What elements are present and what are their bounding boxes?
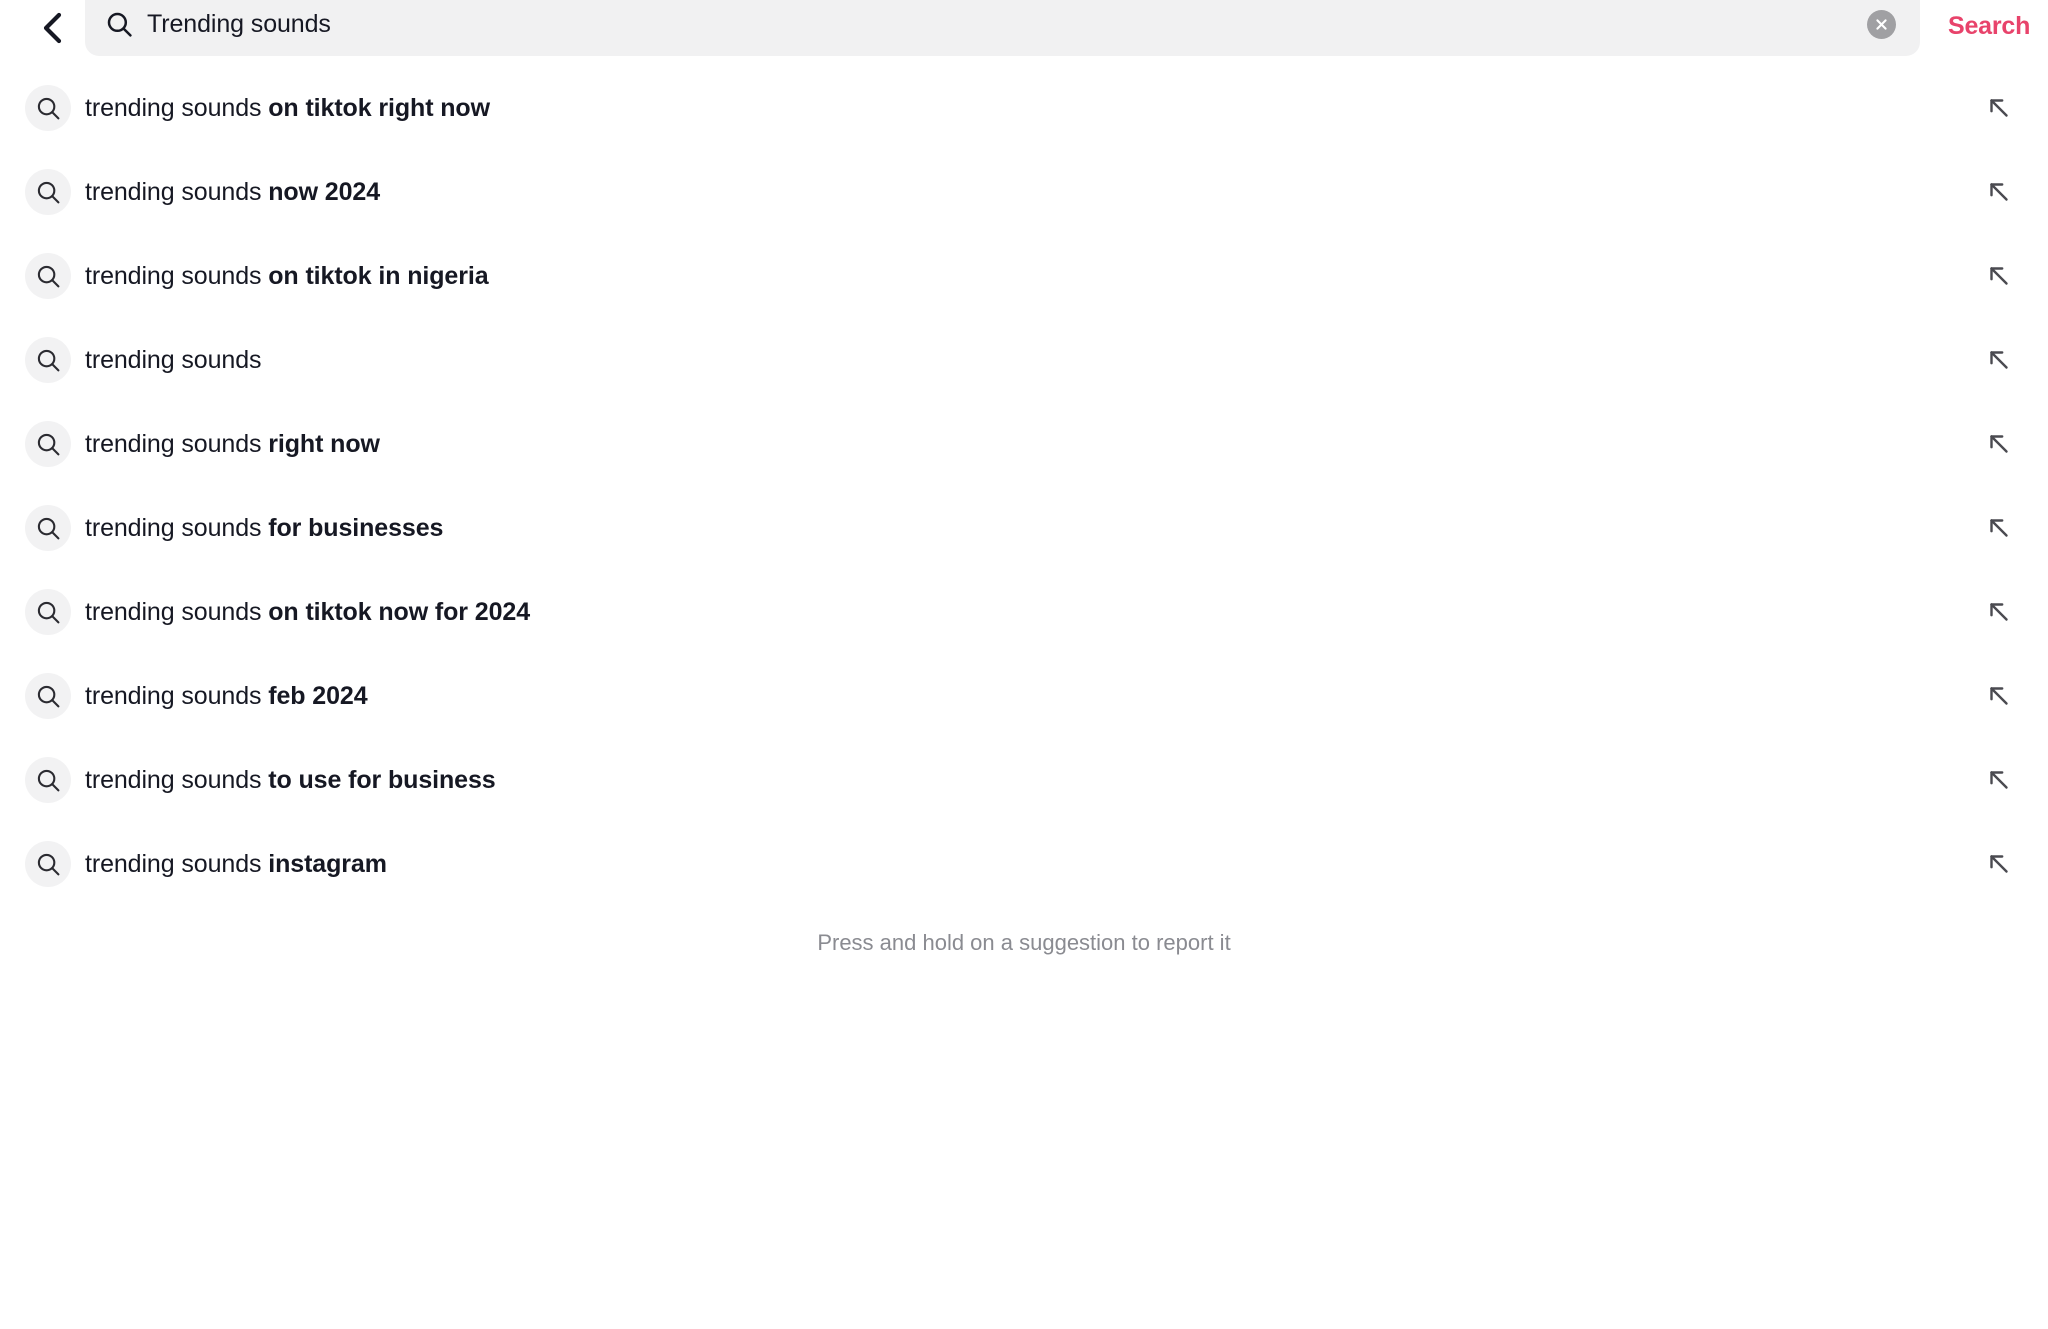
suggestion-completion-part: to use for business — [268, 766, 496, 794]
search-icon — [25, 589, 71, 635]
suggestion-row[interactable]: trending sounds on tiktok in nigeria — [0, 234, 2048, 318]
suggestion-completion-part: on tiktok in nigeria — [268, 262, 489, 290]
close-icon — [1876, 18, 1887, 30]
search-suggestions-screen: Search trending sounds on tiktok right n… — [0, 0, 2048, 1329]
suggestion-text: trending sounds feb 2024 — [85, 680, 1972, 712]
report-hint: Press and hold on a suggestion to report… — [817, 930, 1231, 955]
suggestion-completion-part: feb 2024 — [268, 682, 368, 710]
suggestion-row[interactable]: trending sounds to use for business — [0, 738, 2048, 822]
arrow-up-left-icon[interactable] — [1972, 402, 2026, 486]
suggestion-text: trending sounds right now — [85, 428, 1972, 460]
suggestion-query-part: trending sounds — [85, 598, 269, 626]
suggestion-text: trending sounds instagram — [85, 848, 1972, 880]
search-icon — [25, 169, 71, 215]
suggestion-text: trending sounds now 2024 — [85, 176, 1972, 208]
arrow-up-left-icon[interactable] — [1972, 738, 2026, 822]
arrow-up-left-icon[interactable] — [1972, 570, 2026, 654]
suggestion-query-part: trending sounds — [85, 346, 262, 374]
suggestion-query-part: trending sounds — [85, 766, 269, 794]
suggestion-row[interactable]: trending sounds right now — [0, 402, 2048, 486]
suggestion-completion-part: on tiktok now for 2024 — [268, 598, 530, 626]
search-icon — [25, 841, 71, 887]
arrow-up-left-icon[interactable] — [1972, 822, 2026, 906]
search-icon — [25, 85, 71, 131]
suggestion-completion-part: now 2024 — [268, 178, 381, 206]
arrow-up-left-icon[interactable] — [1972, 234, 2026, 318]
suggestion-query-part: trending sounds — [85, 94, 269, 122]
search-topbar: Search — [0, 0, 2048, 56]
clear-search-button[interactable] — [1867, 9, 1896, 39]
suggestion-text: trending sounds on tiktok in nigeria — [85, 260, 1972, 292]
suggestion-text: trending sounds to use for business — [85, 764, 1972, 796]
search-icon — [106, 11, 133, 38]
search-icon — [25, 253, 71, 299]
suggestion-row[interactable]: trending sounds feb 2024 — [0, 654, 2048, 738]
suggestion-row[interactable]: trending sounds now 2024 — [0, 150, 2048, 234]
suggestion-completion-part: right now — [268, 430, 380, 458]
suggestion-completion-part: instagram — [268, 850, 387, 878]
search-input[interactable] — [147, 9, 1867, 39]
arrow-up-left-icon[interactable] — [1972, 654, 2026, 738]
suggestion-text: trending sounds on tiktok right now — [85, 92, 1972, 124]
suggestion-row[interactable]: trending sounds on tiktok now for 2024 — [0, 570, 2048, 654]
suggestion-query-part: trending sounds — [85, 850, 269, 878]
suggestion-completion-part: for businesses — [268, 514, 444, 542]
arrow-up-left-icon[interactable] — [1972, 486, 2026, 570]
suggestion-query-part: trending sounds — [85, 430, 269, 458]
suggestion-query-part: trending sounds — [85, 262, 269, 290]
arrow-up-left-icon[interactable] — [1972, 66, 2026, 150]
back-button[interactable] — [28, 0, 76, 56]
suggestion-query-part: trending sounds — [85, 514, 269, 542]
search-icon — [25, 421, 71, 467]
search-icon — [25, 505, 71, 551]
arrow-up-left-icon[interactable] — [1972, 150, 2026, 234]
suggestion-row[interactable]: trending sounds for businesses — [0, 486, 2048, 570]
suggestion-list: trending sounds on tiktok right now trend… — [0, 66, 2048, 906]
search-icon — [25, 337, 71, 383]
search-field[interactable] — [85, 0, 1920, 56]
suggestion-query-part: trending sounds — [85, 178, 269, 206]
suggestion-row[interactable]: trending sounds — [0, 318, 2048, 402]
search-icon — [25, 673, 71, 719]
suggestion-row[interactable]: trending sounds on tiktok right now — [0, 66, 2048, 150]
suggestion-completion-part: on tiktok right now — [268, 94, 490, 122]
suggestion-text: trending sounds for businesses — [85, 512, 1972, 544]
suggestion-query-part: trending sounds — [85, 682, 269, 710]
suggestion-row[interactable]: trending sounds instagram — [0, 822, 2048, 906]
arrow-up-left-icon[interactable] — [1972, 318, 2026, 402]
suggestion-text: trending sounds on tiktok now for 2024 — [85, 596, 1972, 628]
chevron-left-icon — [43, 12, 62, 44]
search-icon — [25, 757, 71, 803]
search-submit-button[interactable]: Search — [1948, 6, 2030, 46]
suggestion-text: trending sounds — [85, 344, 1972, 376]
